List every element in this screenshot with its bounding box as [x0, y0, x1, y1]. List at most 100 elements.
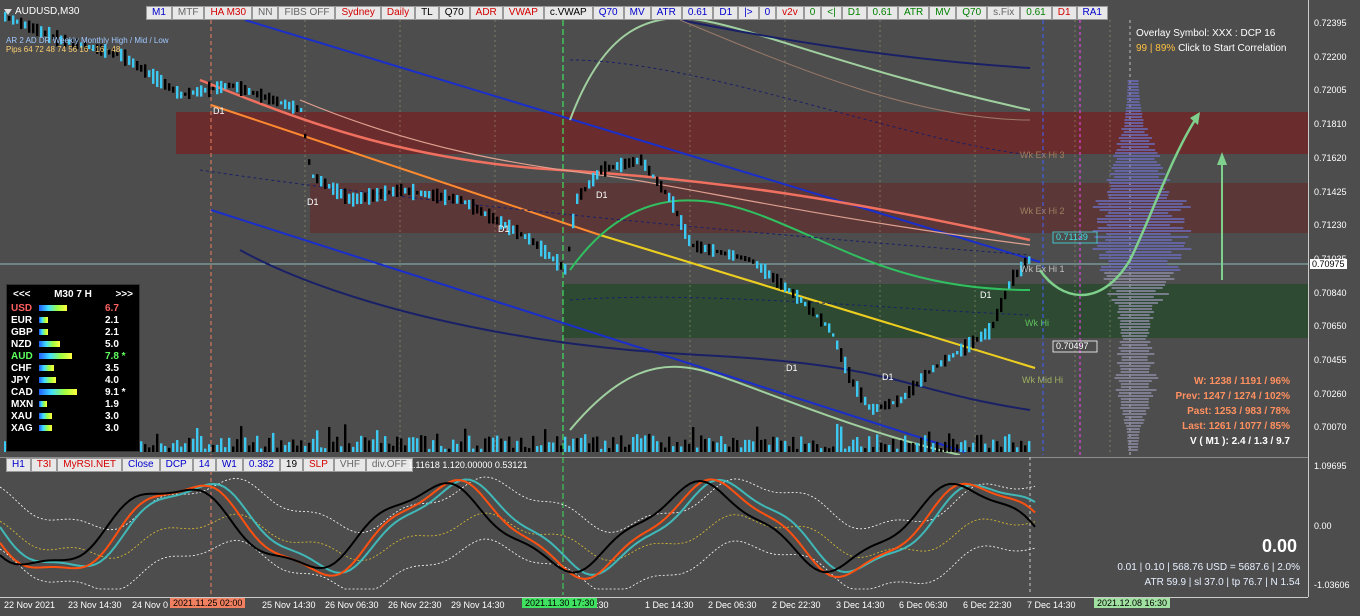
candle: [400, 183, 403, 197]
volume-bar: [192, 438, 195, 452]
volume-bar: [264, 446, 267, 452]
candle: [264, 94, 267, 100]
volume-bar: [576, 438, 579, 452]
volume-bar: [152, 445, 155, 452]
candle: [548, 251, 551, 259]
overlay-info[interactable]: Overlay Symbol: XXX : DCP 16 99 | 89% Cl…: [1136, 26, 1286, 56]
strength-value: 2.1: [105, 326, 119, 338]
toolbar-button[interactable]: c.VWAP: [543, 6, 593, 20]
next-button[interactable]: >>>: [115, 289, 133, 300]
volume-bar: [836, 423, 839, 452]
candle: [864, 396, 867, 406]
volume-bar: [528, 448, 531, 452]
price-tick: 0.70455: [1314, 355, 1347, 365]
volume-bar: [948, 433, 951, 452]
toolbar-button[interactable]: HA M30: [204, 6, 253, 20]
volume-bar: [440, 445, 443, 452]
candle: [1012, 269, 1015, 286]
wk-ex-hi-3-label: Wk Ex Hi 3: [1020, 150, 1065, 160]
toolbar-button[interactable]: s.Fix: [987, 6, 1021, 20]
candle: [696, 240, 699, 253]
volume-bar: [716, 442, 719, 452]
toolbar-button[interactable]: MV: [929, 6, 957, 20]
profile-bar: [1125, 107, 1142, 109]
rsi-toolbar-button[interactable]: div.OFF: [365, 458, 413, 472]
symbol-label[interactable]: AUDUSD,M30: [4, 6, 79, 17]
rsi-toolbar-button[interactable]: Close: [122, 458, 160, 472]
rsi-toolbar-button[interactable]: DCP: [159, 458, 193, 472]
time-marker-2: 2021.11.30 17:30: [522, 598, 598, 608]
profile-bar: [1121, 359, 1148, 361]
profile-bar: [1120, 314, 1150, 316]
toolbar-button[interactable]: |>: [738, 6, 759, 20]
time-tick: 6 Dec 22:30: [963, 600, 1012, 610]
volume-bar: [300, 440, 303, 452]
profile-bar: [1120, 320, 1150, 322]
toolbar-button[interactable]: 0.61: [1020, 6, 1052, 20]
toolbar-button[interactable]: ATR: [897, 6, 930, 20]
rsi-toolbar-button[interactable]: VHF: [333, 458, 366, 472]
toolbar-button[interactable]: 0.61: [866, 6, 898, 20]
toolbar-button[interactable]: RA1: [1076, 6, 1108, 20]
time-tick: 3 Dec 14:30: [836, 600, 885, 610]
candle: [892, 401, 895, 405]
toolbar-button[interactable]: 0: [758, 6, 777, 20]
correlation-link[interactable]: Click to Start Correlation: [1175, 43, 1286, 54]
rsi-toolbar-button[interactable]: 14: [192, 458, 216, 472]
candle: [676, 210, 679, 217]
toolbar-button[interactable]: NN: [252, 6, 279, 20]
toolbar-button[interactable]: Q70: [438, 6, 470, 20]
volume-bar: [340, 446, 343, 452]
prev-button[interactable]: <<<: [13, 289, 31, 300]
toolbar-button[interactable]: D1: [1051, 6, 1077, 20]
toolbar-button[interactable]: <|: [821, 6, 842, 20]
profile-bar: [1117, 296, 1154, 298]
volume-bar: [840, 426, 843, 452]
toolbar-button[interactable]: MTF: [171, 6, 205, 20]
candle: [684, 224, 687, 239]
profile-bar: [1113, 164, 1161, 166]
toolbar-button[interactable]: ADR: [469, 6, 503, 20]
volume-bar: [656, 441, 659, 452]
toolbar-button[interactable]: FIBS OFF: [278, 6, 336, 20]
toolbar-button[interactable]: ATR: [650, 6, 682, 20]
rsi-toolbar-button[interactable]: MyRSI.NET: [57, 458, 123, 472]
profile-bar: [1126, 98, 1140, 100]
adr-stats-header: AR 2 AD DR Weekly Monthly High / Mid / L…: [6, 36, 169, 45]
toolbar-button[interactable]: D1: [841, 6, 867, 20]
rsi-toolbar-button[interactable]: 0.382: [242, 458, 280, 472]
profile-bar: [1120, 368, 1150, 370]
toolbar-button[interactable]: MV: [623, 6, 651, 20]
candle: [152, 68, 155, 84]
rsi-toolbar-button[interactable]: 19: [279, 458, 304, 472]
candle: [460, 196, 463, 204]
strength-value: 4.0: [105, 374, 119, 386]
candle: [536, 241, 539, 249]
volume-bar: [664, 447, 667, 452]
strength-bar: [39, 329, 48, 335]
toolbar-button[interactable]: Q70: [592, 6, 624, 20]
profile-bar: [1106, 179, 1170, 181]
candle: [472, 199, 475, 215]
toolbar-button[interactable]: Sydney: [335, 6, 381, 20]
volume-bar: [196, 428, 199, 452]
toolbar-button[interactable]: 0.61: [681, 6, 714, 20]
volume-bar: [512, 447, 515, 452]
toolbar-button[interactable]: Q70: [956, 6, 988, 20]
toolbar-button[interactable]: M1: [146, 6, 172, 20]
candle: [1016, 269, 1019, 278]
main-chart[interactable]: [0, 0, 1308, 455]
strength-value: 9.1 *: [105, 386, 126, 398]
toolbar-button[interactable]: v2v: [776, 6, 804, 20]
rsi-toolbar-button[interactable]: SLP: [303, 458, 334, 472]
toolbar-button[interactable]: 0: [803, 6, 822, 20]
toolbar-button[interactable]: D1: [713, 6, 739, 20]
rsi-toolbar-button[interactable]: T3I: [30, 458, 58, 472]
toolbar-button[interactable]: Daily: [380, 6, 416, 20]
profile-bar: [1122, 338, 1146, 340]
rsi-toolbar-button[interactable]: H1: [6, 458, 31, 472]
rsi-toolbar-button[interactable]: W1: [215, 458, 243, 472]
toolbar-button[interactable]: TL: [415, 6, 439, 20]
toolbar-button[interactable]: VWAP: [502, 6, 544, 20]
volume-bar: [420, 435, 423, 452]
